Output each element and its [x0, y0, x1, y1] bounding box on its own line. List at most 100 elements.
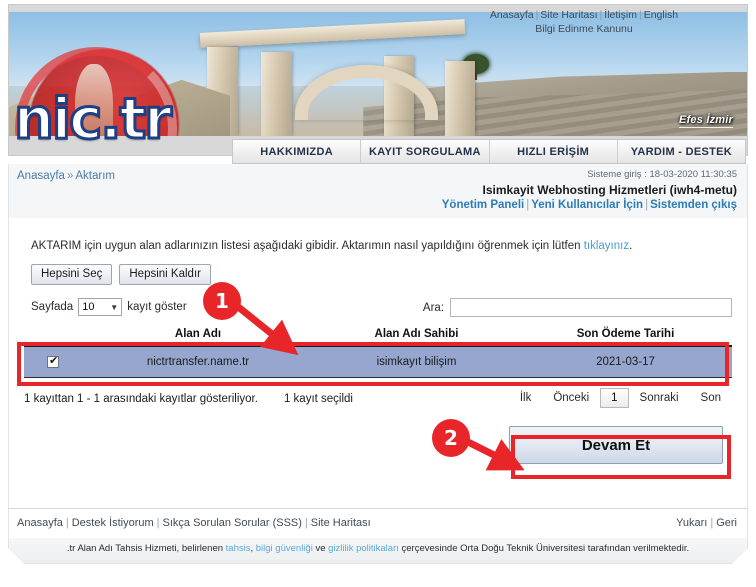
photo-caption: Efes İzmir	[679, 114, 733, 128]
breadcrumb-home[interactable]: Anasayfa	[17, 170, 65, 182]
intro-link-tiklayiniz[interactable]: tıklayınız	[584, 240, 629, 252]
column-header-checkbox	[24, 325, 82, 347]
footer-link-sss[interactable]: Sıkça Sorulan Sorular (SSS)	[163, 517, 302, 529]
photo-caption-underline	[679, 127, 733, 128]
footer-right-links: Yukarı | Geri	[676, 517, 737, 529]
continue-button-wrapper: Devam Et	[509, 426, 723, 464]
session-link-yonetim-paneli[interactable]: Yönetim Paneli	[442, 199, 524, 211]
page-length-select[interactable]: 10 ▼	[78, 298, 123, 316]
table-row[interactable]: nictrtransfer.name.tr isimkayıt bilişim …	[24, 346, 732, 379]
pagination-next[interactable]: Sonraki	[629, 389, 690, 407]
photo-ruins	[194, 19, 533, 136]
intro-text-part1: AKTARIM için uygun alan adlarınızın list…	[31, 240, 584, 252]
column-header-due-date[interactable]: Son Ödeme Tarihi	[519, 325, 732, 347]
annotation-marker-1: 1	[203, 282, 241, 320]
row-owner: isimkayıt bilişim	[314, 346, 519, 379]
link-separator: |	[710, 517, 714, 529]
link-separator: |	[304, 517, 308, 529]
footer-link-geri[interactable]: Geri	[716, 517, 737, 529]
footer-link-site-haritasi[interactable]: Site Haritası	[311, 517, 371, 529]
legal-part3: çerçevesinde Orta Doğu Teknik Üniversite…	[398, 543, 690, 554]
utility-link-bilgi-edinme[interactable]: Bilgi Edinme Kanunu	[434, 22, 734, 36]
utility-link-anasayfa[interactable]: Anasayfa	[490, 9, 534, 21]
nav-item-hakkimizda[interactable]: HAKKIMIZDA	[233, 140, 362, 163]
annotation-arrow-2	[460, 437, 524, 471]
link-separator: |	[645, 199, 649, 211]
legal-link-gizlilik[interactable]: gizlilik politikaları	[328, 543, 399, 554]
session-link-yeni-kullanicilar[interactable]: Yeni Kullanıcılar İçin	[531, 199, 643, 211]
nav-item-yardim-destek[interactable]: YARDIM - DESTEK	[618, 140, 745, 163]
selection-buttons: Hepsini Seç Hepsini Kaldır	[31, 264, 211, 285]
legal-part1: .tr Alan Adı Tahsis Hizmeti, belirlenen	[66, 543, 226, 554]
legal-notice: .tr Alan Adı Tahsis Hizmeti, belirlenen …	[8, 538, 748, 564]
row-due-date: 2021-03-17	[519, 346, 732, 379]
table-info-bar: 1 kayıttan 1 - 1 arasındaki kayıtlar gös…	[24, 393, 353, 405]
footer-links: Anasayfa | Destek İstiyorum | Sıkça Sorulan …	[17, 517, 371, 529]
breadcrumb-separator: »	[66, 170, 74, 182]
photo-column	[444, 60, 476, 136]
legal-text: .tr Alan Adı Tahsis Hizmeti, belirlenen …	[9, 538, 747, 560]
column-header-owner[interactable]: Alan Adı Sahibi	[314, 325, 519, 347]
footer-link-yukari[interactable]: Yukarı	[676, 517, 707, 529]
row-checkbox-cell[interactable]	[24, 346, 82, 379]
photo-caption-text: Efes İzmir	[679, 114, 733, 126]
chevron-down-icon: ▼	[110, 302, 119, 312]
utility-links: Anasayfa | Site Haritası | İletişim | English …	[434, 8, 734, 36]
session-info: Sisteme giriş : 18-03-2020 11:30:35 Isim…	[442, 168, 737, 212]
utility-link-english[interactable]: English	[644, 9, 678, 21]
table-selected-count: 1 kayıt seçildi	[283, 393, 353, 405]
photo-arch	[295, 65, 438, 121]
page-length-suffix: kayıt göster	[127, 301, 187, 313]
session-account-name: Isimkayit Webhosting Hizmetleri (iwh4-me…	[482, 183, 737, 197]
continue-button[interactable]: Devam Et	[509, 426, 723, 464]
annotation-marker-2: 2	[432, 419, 470, 457]
pagination-page-1[interactable]: 1	[600, 388, 629, 408]
link-separator: |	[65, 517, 69, 529]
table-info-text: 1 kayıttan 1 - 1 arasındaki kayıtlar gös…	[24, 393, 258, 405]
session-links: Yönetim Paneli | Yeni Kullanıcılar İçin | Si…	[442, 198, 737, 212]
domain-table: Alan Adı Alan Adı Sahibi Son Ödeme Tarih…	[24, 325, 732, 379]
breadcrumb-bar: Anasayfa» Aktarım Sisteme giriş : 18-03-2…	[8, 164, 748, 218]
search-control: Ara:	[423, 298, 732, 317]
main-content: AKTARIM için uygun alan adlarınızın list…	[8, 218, 748, 508]
utility-link-site-haritasi[interactable]: Site Haritası	[540, 9, 597, 21]
site-logo[interactable]: nic.tr	[13, 90, 174, 149]
footer-link-destek[interactable]: Destek İstiyorum	[72, 517, 154, 529]
intro-text: AKTARIM için uygun alan adlarınızın list…	[31, 240, 632, 252]
footer-link-anasayfa[interactable]: Anasayfa	[17, 517, 63, 529]
session-login-time: Sisteme giriş : 18-03-2020 11:30:35	[587, 169, 737, 180]
intro-text-end: .	[629, 240, 633, 252]
site-footer: Anasayfa | Destek İstiyorum | Sıkça Sorulan …	[8, 508, 748, 538]
deselect-all-button[interactable]: Hepsini Kaldır	[119, 264, 211, 285]
main-navigation: HAKKIMIZDA KAYIT SORGULAMA HIZLI ERİŞİM …	[232, 139, 746, 164]
search-input[interactable]	[450, 298, 732, 317]
breadcrumb-current: Aktarım	[75, 170, 115, 182]
page-root: Efes İzmir nic.tr Anasayfa | Site Haritası…	[0, 0, 756, 587]
domain-table-body: nictrtransfer.name.tr isimkayıt bilişim …	[24, 346, 732, 379]
photo-entablature	[200, 19, 466, 49]
select-all-button[interactable]: Hepsini Seç	[31, 264, 113, 285]
page-length-value: 10	[82, 301, 95, 313]
search-label: Ara:	[422, 301, 444, 314]
page-length-prefix: Sayfada	[31, 301, 74, 313]
legal-link-tahsis[interactable]: tahsis	[226, 543, 251, 554]
row-checkbox[interactable]	[47, 354, 59, 368]
photo-column	[261, 51, 292, 136]
annotation-arrow-1	[230, 300, 299, 356]
link-separator: |	[156, 517, 160, 529]
nav-item-kayit-sorgulama[interactable]: KAYIT SORGULAMA	[361, 140, 490, 163]
legal-link-bilgi-guvenligi[interactable]: bilgi güvenliği	[256, 543, 313, 554]
pagination-last[interactable]: Son	[690, 389, 732, 407]
pagination: İlk Önceki 1 Sonraki Son	[509, 388, 732, 408]
page-length-control: Sayfada 10 ▼ kayıt göster	[31, 298, 187, 316]
legal-part2: ve	[312, 543, 329, 554]
pagination-previous[interactable]: Önceki	[542, 389, 600, 407]
table-header-row: Alan Adı Alan Adı Sahibi Son Ödeme Tarih…	[24, 325, 732, 347]
utility-link-iletisim[interactable]: İletişim	[604, 9, 637, 21]
nav-item-hizli-erisim[interactable]: HIZLI ERİŞİM	[490, 140, 618, 163]
pagination-first[interactable]: İlk	[509, 389, 543, 407]
breadcrumb: Anasayfa» Aktarım	[17, 170, 115, 182]
domain-table-head: Alan Adı Alan Adı Sahibi Son Ödeme Tarih…	[24, 325, 732, 347]
link-separator: |	[638, 9, 642, 21]
session-link-cikis[interactable]: Sistemden çıkış	[650, 199, 737, 211]
